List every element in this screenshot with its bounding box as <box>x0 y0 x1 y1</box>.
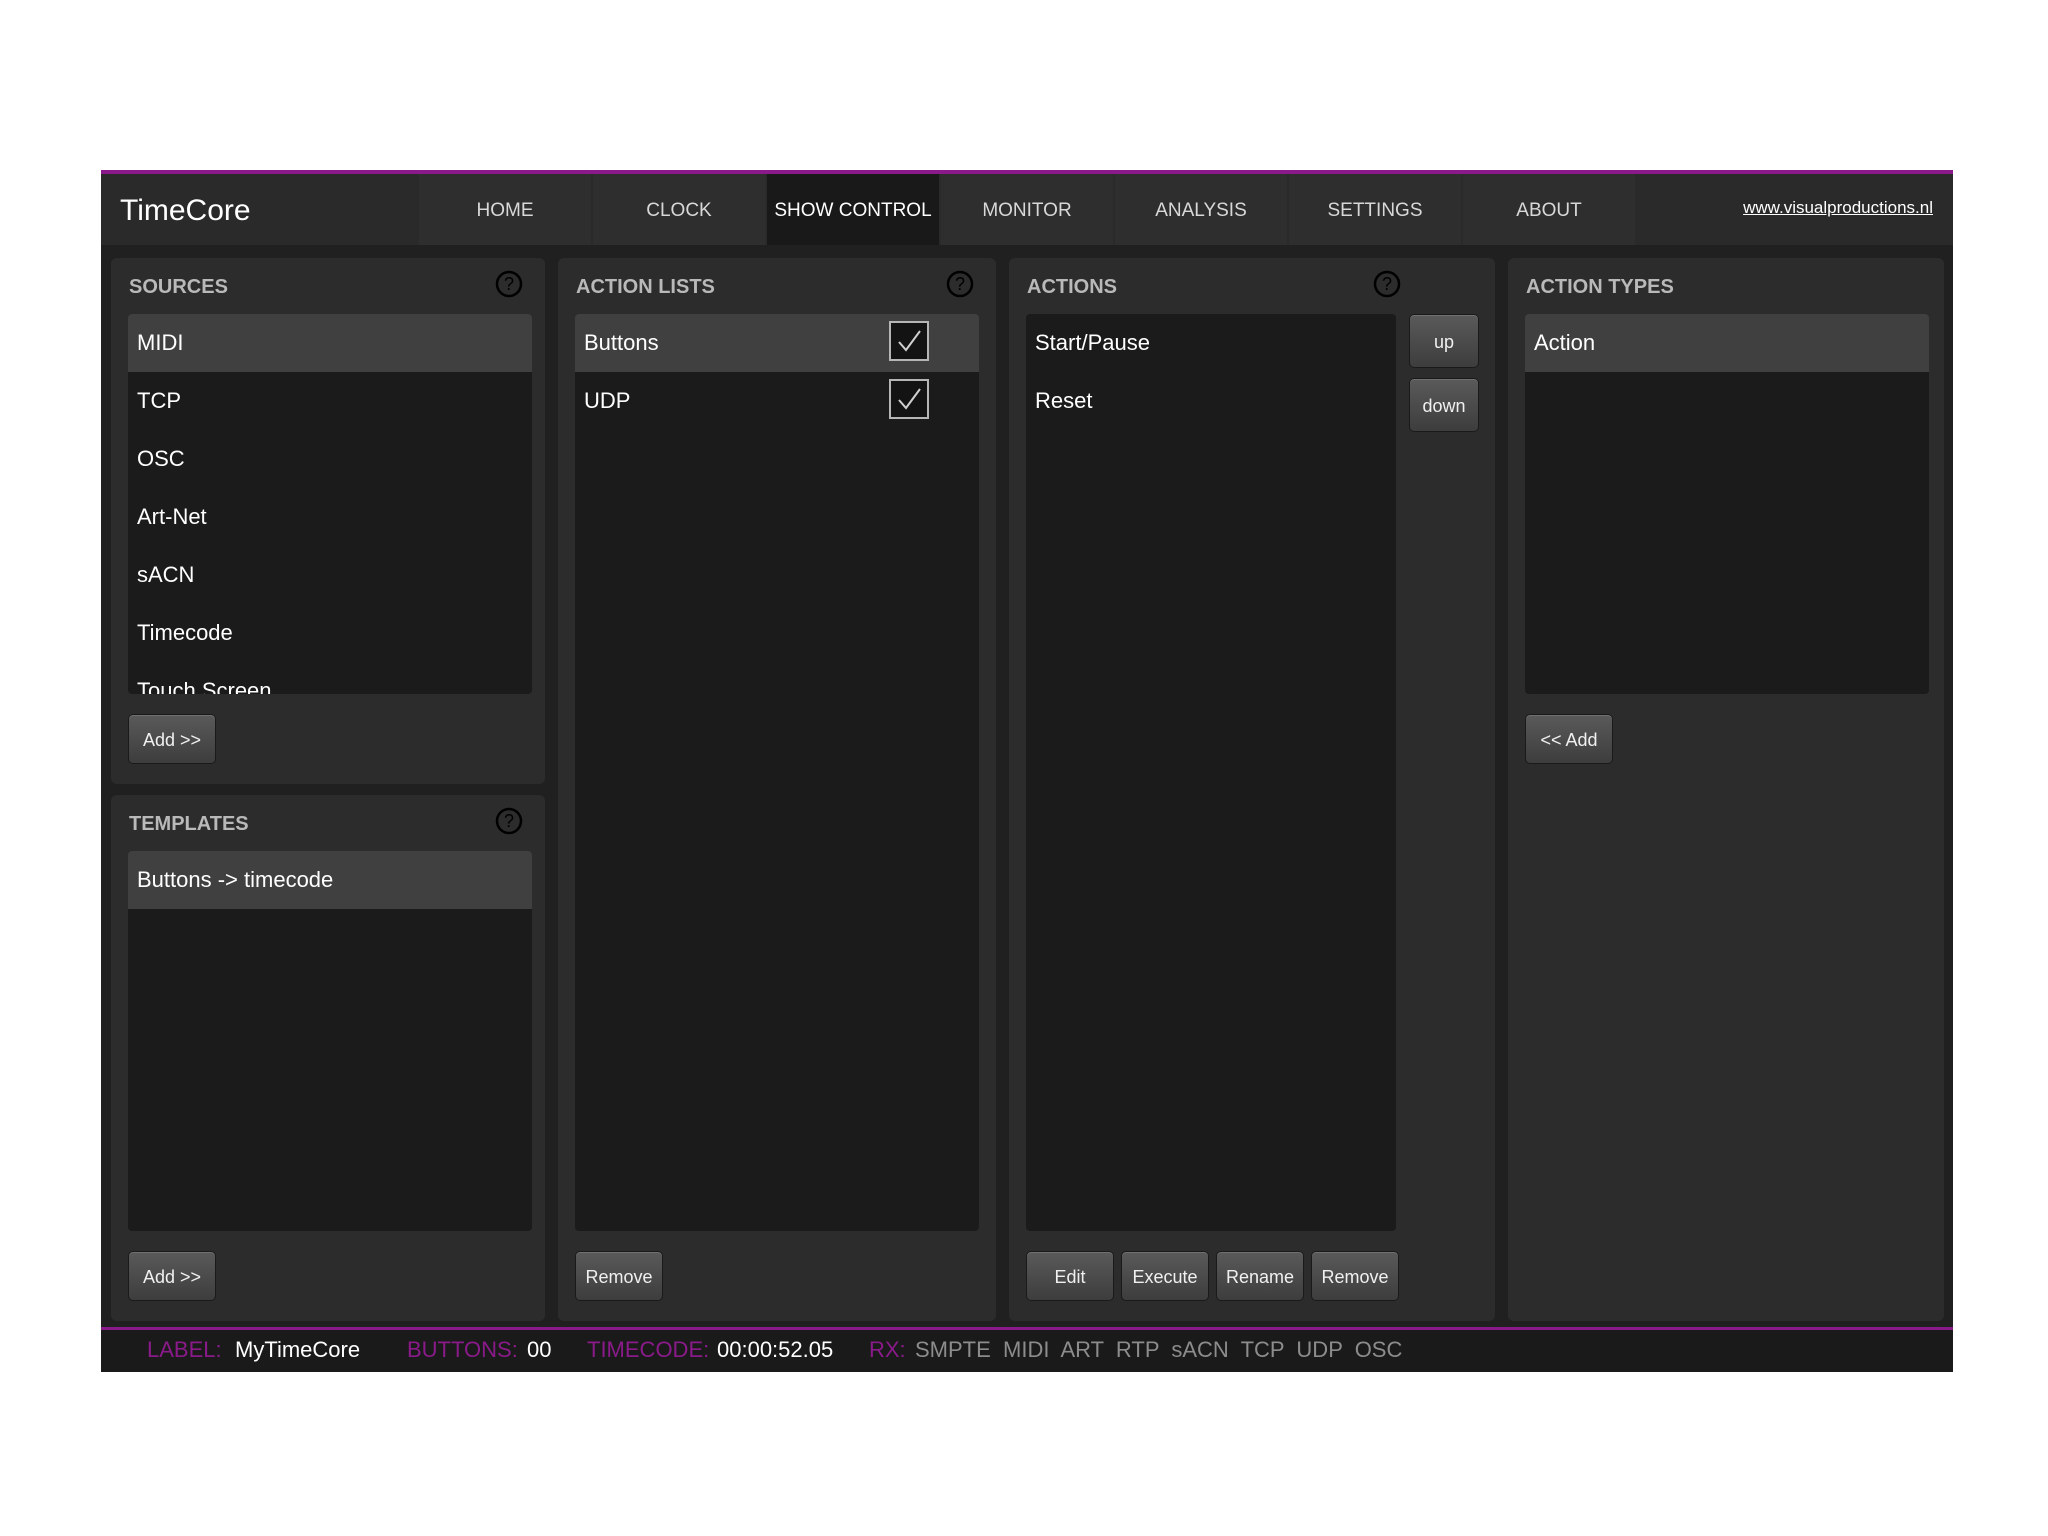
rename-action-button[interactable]: Rename <box>1216 1251 1304 1301</box>
tab-show-control[interactable]: SHOW CONTROL <box>767 174 939 245</box>
templates-title: TEMPLATES <box>129 813 249 835</box>
status-label-key: LABEL: <box>147 1337 222 1362</box>
action-item-start-pause[interactable]: Start/Pause <box>1026 314 1396 372</box>
move-down-button[interactable]: down <box>1409 378 1479 432</box>
app-title: TimeCore <box>120 194 251 227</box>
add-action-type-button[interactable]: << Add <box>1525 714 1613 764</box>
actions-panel: ACTIONS ? Start/Pause Reset up down Edit… <box>1009 258 1495 1321</box>
source-item-timecode[interactable]: Timecode <box>128 604 532 662</box>
action-types-panel: ACTION TYPES Action << Add <box>1508 258 1944 1321</box>
remove-action-list-button[interactable]: Remove <box>575 1251 663 1301</box>
status-timecode-value: 00:00:52.05 <box>717 1337 834 1362</box>
enabled-checkbox[interactable] <box>889 379 929 419</box>
checkmark-icon <box>898 388 921 410</box>
status-buttons-value: 00 <box>527 1337 552 1362</box>
svg-text:?: ? <box>1382 274 1392 294</box>
move-up-button[interactable]: up <box>1409 314 1479 368</box>
header: TimeCore HOME CLOCK SHOW CONTROL MONITOR… <box>101 174 1953 245</box>
action-lists-list: Buttons UDP <box>575 314 979 1231</box>
svg-text:?: ? <box>504 274 514 294</box>
source-item-touch-screen[interactable]: Touch Screen <box>128 662 532 694</box>
status-buttons-key: BUTTONS: <box>407 1337 518 1362</box>
actions-title: ACTIONS <box>1027 276 1117 298</box>
action-list-label: Buttons <box>584 330 659 355</box>
help-icon[interactable]: ? <box>495 807 523 835</box>
action-types-list: Action <box>1525 314 1929 694</box>
help-icon[interactable]: ? <box>495 270 523 298</box>
actions-list: Start/Pause Reset <box>1026 314 1396 1231</box>
status-label-value: MyTimeCore <box>235 1337 361 1362</box>
tab-about[interactable]: ABOUT <box>1463 174 1635 245</box>
action-lists-title: ACTION LISTS <box>576 276 715 298</box>
enabled-checkbox[interactable] <box>889 321 929 361</box>
template-item[interactable]: Buttons -> timecode <box>128 851 532 909</box>
edit-action-button[interactable]: Edit <box>1026 1251 1114 1301</box>
help-icon[interactable]: ? <box>946 270 974 298</box>
action-item-reset[interactable]: Reset <box>1026 372 1396 430</box>
action-list-item-udp[interactable]: UDP <box>575 372 979 430</box>
svg-text:?: ? <box>504 811 514 831</box>
tab-settings[interactable]: SETTINGS <box>1289 174 1461 245</box>
templates-list: Buttons -> timecode <box>128 851 532 1231</box>
action-type-item[interactable]: Action <box>1525 314 1929 372</box>
add-source-button[interactable]: Add >> <box>128 714 216 764</box>
remove-action-button[interactable]: Remove <box>1311 1251 1399 1301</box>
tab-home[interactable]: HOME <box>419 174 591 245</box>
action-lists-panel: ACTION LISTS ? Buttons UDP Remove <box>558 258 996 1321</box>
source-item-sacn[interactable]: sACN <box>128 546 532 604</box>
templates-panel: TEMPLATES ? Buttons -> timecode Add >> <box>111 795 545 1321</box>
tab-analysis[interactable]: ANALYSIS <box>1115 174 1287 245</box>
tab-clock[interactable]: CLOCK <box>593 174 765 245</box>
sources-list: MIDI TCP OSC Art-Net sACN Timecode Touch… <box>128 314 532 694</box>
source-item-midi[interactable]: MIDI <box>128 314 532 372</box>
website-link[interactable]: www.visualproductions.nl <box>1743 198 1933 218</box>
status-rx-value: SMPTE MIDI ART RTP sACN TCP UDP OSC <box>915 1337 1403 1362</box>
status-bar: LABEL: MyTimeCore BUTTONS: 00 TIMECODE: … <box>101 1327 1953 1372</box>
source-item-art-net[interactable]: Art-Net <box>128 488 532 546</box>
source-item-osc[interactable]: OSC <box>128 430 532 488</box>
sources-title: SOURCES <box>129 276 228 298</box>
add-template-button[interactable]: Add >> <box>128 1251 216 1301</box>
action-list-item-buttons[interactable]: Buttons <box>575 314 979 372</box>
checkmark-icon <box>898 330 921 352</box>
tab-monitor[interactable]: MONITOR <box>941 174 1113 245</box>
timecore-app: TimeCore HOME CLOCK SHOW CONTROL MONITOR… <box>101 170 1953 1372</box>
help-icon[interactable]: ? <box>1373 270 1401 298</box>
action-list-label: UDP <box>584 388 631 413</box>
status-timecode-key: TIMECODE: <box>587 1337 710 1362</box>
main-nav: HOME CLOCK SHOW CONTROL MONITOR ANALYSIS… <box>419 174 1637 245</box>
execute-action-button[interactable]: Execute <box>1121 1251 1209 1301</box>
sources-panel: SOURCES ? MIDI TCP OSC Art-Net sACN Time… <box>111 258 545 784</box>
status-rx-key: RX: <box>869 1337 906 1362</box>
action-types-title: ACTION TYPES <box>1526 276 1674 298</box>
svg-text:?: ? <box>955 274 965 294</box>
source-item-tcp[interactable]: TCP <box>128 372 532 430</box>
